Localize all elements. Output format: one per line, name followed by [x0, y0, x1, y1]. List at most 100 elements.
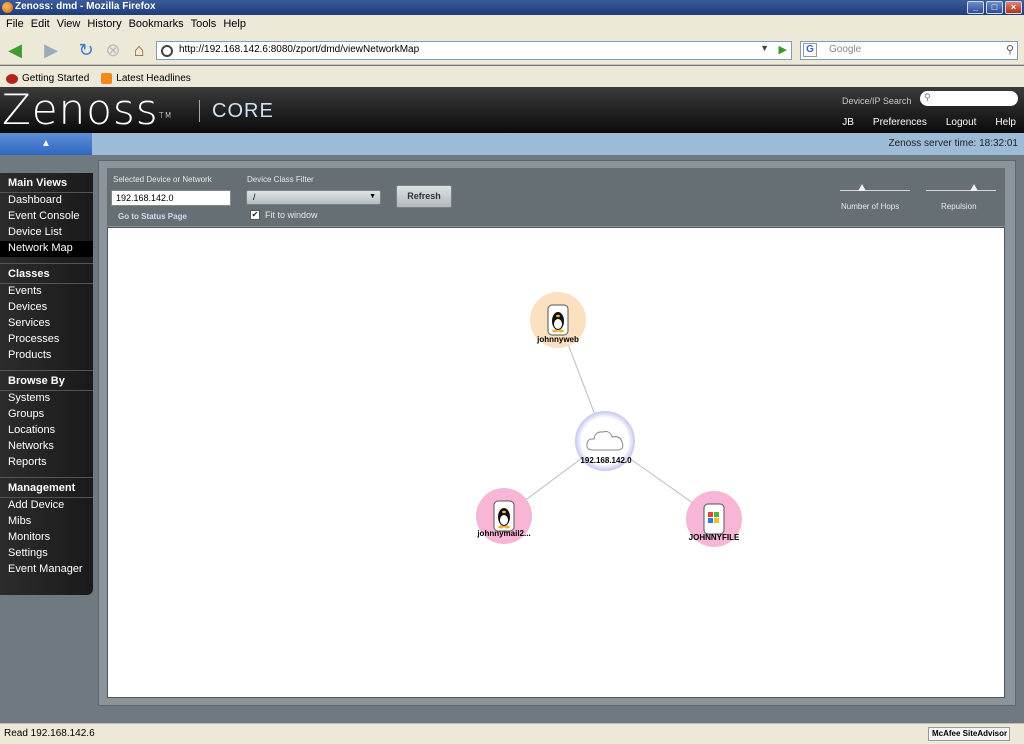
device-search-input[interactable]: ⚲ [920, 91, 1018, 106]
sidebar-item-services[interactable]: Services [0, 316, 93, 332]
refresh-button[interactable]: Refresh [396, 185, 452, 208]
sidebar-item-event-manager[interactable]: Event Manager [0, 562, 93, 578]
close-window-button[interactable]: × [1005, 1, 1022, 14]
hops-label: Number of Hops [841, 202, 900, 211]
sidebar-item-add-device[interactable]: Add Device [0, 498, 93, 514]
window-title: Zenoss: dmd - Mozilla Firefox [15, 1, 156, 12]
sidebar-item-network-map[interactable]: Network Map [0, 241, 93, 257]
window-titlebar: Zenoss: dmd - Mozilla Firefox _ □ × [0, 0, 1024, 15]
menu-tools[interactable]: Tools [189, 15, 222, 35]
map-toolbar: Selected Device or Network 192.168.142.0… [107, 168, 1005, 226]
navigation-toolbar: ◀ ▶ ↻ ⊗ ⌂ http://192.168.142.6:8080/zpor… [0, 35, 1024, 65]
slider-track [840, 190, 910, 191]
node-label: 192.168.142.0 [580, 456, 632, 465]
sidebar-item-device-list[interactable]: Device List [0, 225, 93, 241]
siteadvisor-label: McAfee SiteAdvisor [932, 729, 1008, 738]
sidebar-item-reports[interactable]: Reports [0, 455, 93, 471]
fit-to-window-label: Fit to window [265, 210, 318, 220]
sidebar-item-monitors[interactable]: Monitors [0, 530, 93, 546]
home-icon[interactable]: ⌂ [128, 39, 150, 61]
sidebar-item-networks[interactable]: Networks [0, 439, 93, 455]
sidebar-item-dashboard[interactable]: Dashboard [0, 193, 93, 209]
menu-bookmarks[interactable]: Bookmarks [127, 15, 189, 35]
firefox-icon [2, 2, 13, 13]
product-name: CORE [199, 100, 274, 122]
menu-file[interactable]: File [4, 15, 29, 35]
sidebar-item-locations[interactable]: Locations [0, 423, 93, 439]
device-search-label: Device/IP Search [842, 96, 912, 106]
forward-arrow-icon[interactable]: ▶ [40, 39, 62, 61]
network-cloud-icon [586, 431, 624, 451]
browser-status-bar: Read 192.168.142.6 McAfee SiteAdvisor [0, 723, 1024, 744]
bookmark-label: Latest Headlines [116, 73, 191, 84]
sidebar-item-groups[interactable]: Groups [0, 407, 93, 423]
minimize-button[interactable]: _ [967, 1, 984, 14]
url-bar[interactable]: http://192.168.142.6:8080/zport/dmd/view… [156, 41, 792, 60]
menu-view[interactable]: View [55, 15, 86, 35]
menu-bar: File Edit View History Bookmarks Tools H… [0, 15, 1024, 35]
selected-device-label: Selected Device or Network [113, 175, 212, 184]
repulsion-label: Repulsion [941, 202, 977, 211]
reload-icon[interactable]: ↻ [75, 39, 97, 61]
help-link[interactable]: Help [995, 117, 1016, 128]
filter-value: / [253, 192, 256, 202]
node-label: johnnymail2... [477, 529, 531, 538]
server-status-strip: ▲ Zenoss server time: 18:32:01 [0, 133, 1024, 155]
search-field[interactable]: G Google ⚲ [800, 41, 1018, 60]
stop-icon[interactable]: ⊗ [102, 39, 124, 61]
menu-help[interactable]: Help [221, 15, 251, 35]
windows-icon [703, 503, 725, 535]
sidebar-item-devices[interactable]: Devices [0, 300, 93, 316]
search-icon[interactable]: ⚲ [1006, 43, 1014, 56]
linux-tux-icon [493, 500, 515, 532]
url-dropdown-icon[interactable]: ▼ [760, 43, 769, 53]
server-time: Zenoss server time: 18:32:01 [888, 138, 1018, 149]
page-icon [161, 45, 173, 57]
sidebar-item-event-console[interactable]: Event Console [0, 209, 93, 225]
zenoss-logo: ZenossTM [2, 89, 173, 131]
sidebar-section-title: Browse By [0, 370, 93, 391]
back-arrow-icon[interactable]: ◀ [4, 39, 26, 61]
search-icon: ⚲ [924, 92, 931, 102]
device-class-filter-label: Device Class Filter [247, 175, 314, 184]
user-link[interactable]: JB [842, 117, 854, 128]
chevron-down-icon: ▼ [369, 193, 376, 200]
siteadvisor-button[interactable]: McAfee SiteAdvisor [928, 727, 1010, 741]
fit-to-window-option[interactable]: ✔ Fit to window [250, 210, 318, 220]
menu-edit[interactable]: Edit [29, 15, 55, 35]
fit-to-window-checkbox[interactable]: ✔ [250, 210, 260, 220]
repulsion-slider[interactable] [926, 184, 996, 198]
sidebar-item-settings[interactable]: Settings [0, 546, 93, 562]
sidebar-item-events[interactable]: Events [0, 284, 93, 300]
preferences-link[interactable]: Preferences [873, 117, 927, 128]
menu-history[interactable]: History [85, 15, 126, 35]
collapse-sidebar-button[interactable]: ▲ [0, 133, 92, 155]
status-text: Read 192.168.142.6 [4, 728, 95, 739]
rss-icon [101, 73, 113, 84]
sidebar-item-mibs[interactable]: Mibs [0, 514, 93, 530]
sidebar-nav: Main Views Dashboard Event Console Devic… [0, 173, 93, 595]
logo-text: Zenoss [2, 85, 159, 134]
sidebar-section-title: Main Views [0, 173, 93, 193]
search-placeholder: Google [829, 44, 862, 55]
slider-thumb[interactable] [970, 184, 978, 191]
selected-device-input[interactable]: 192.168.142.0 [111, 190, 231, 206]
sidebar-item-processes[interactable]: Processes [0, 332, 93, 348]
url-text: http://192.168.142.6:8080/zport/dmd/view… [179, 44, 420, 55]
go-icon[interactable]: ▶ [779, 43, 787, 56]
sidebar-item-products[interactable]: Products [0, 348, 93, 364]
slider-thumb[interactable] [858, 184, 866, 191]
hops-slider[interactable] [840, 184, 910, 198]
google-icon[interactable]: G [803, 43, 817, 57]
network-map-canvas[interactable]: johnnyweb 192.168.142.0 johnnymail2... J… [107, 227, 1005, 698]
node-label: JOHNNYFILE [688, 533, 740, 542]
status-page-link[interactable]: Go to Status Page [118, 212, 187, 221]
sidebar-item-systems[interactable]: Systems [0, 391, 93, 407]
linux-tux-icon [547, 304, 569, 336]
bookmark-label: Getting Started [22, 73, 90, 84]
device-class-filter-select[interactable]: / ▼ [246, 190, 381, 205]
maximize-button[interactable]: □ [986, 1, 1003, 14]
sidebar-section-title: Management [0, 477, 93, 498]
slider-track [926, 190, 996, 191]
logout-link[interactable]: Logout [946, 117, 977, 128]
